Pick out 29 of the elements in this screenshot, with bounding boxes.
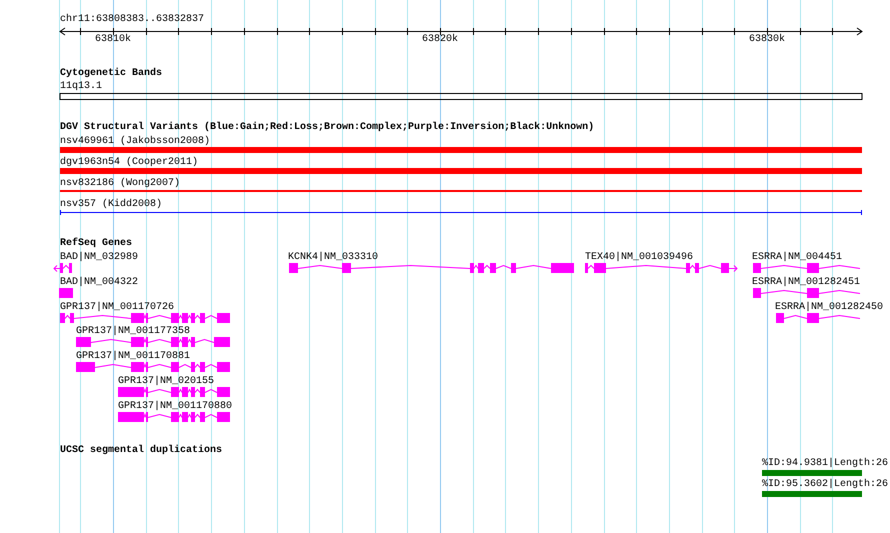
gene-label: ESRRA|NM_001282450 [775, 302, 884, 313]
duplication-label: %ID:95.3602|Length:26 [762, 479, 888, 490]
gene-label: GPR137|NM_001170881 [76, 351, 190, 362]
ruler-label: 63810k [95, 34, 132, 45]
variant-label: nsv469961 (Jakobsson2008) [60, 136, 210, 147]
gene-label: BAD|NM_032989 [60, 252, 138, 263]
track-title: DGV Structural Variants (Blue:Gain;Red:Loss;Brown:Complex;Purple:Inversion;Black:Unknown) [60, 122, 594, 133]
ruler-label: 63830k [749, 34, 786, 45]
gene-label: GPR137|NM_001177358 [76, 326, 190, 337]
gene-label: BAD|NM_004322 [60, 277, 138, 288]
gene-label: KCNK4|NM_033310 [288, 252, 378, 263]
band-label: 11q13.1 [60, 81, 102, 92]
location-label: chr11:63808383..63832837 [60, 14, 204, 25]
gene-label: TEX40|NM_001039496 [585, 252, 694, 263]
track-title: UCSC segmental duplications [60, 445, 222, 456]
gene-model-drawing [59, 288, 73, 298]
gene-label: ESRRA|NM_001282451 [752, 277, 860, 288]
duplication-label: %ID:94.9381|Length:26 [762, 458, 888, 469]
gene-label: ESRRA|NM_004451 [752, 252, 842, 263]
variant-label: nsv832186 (Wong2007) [60, 178, 180, 189]
variant-label: nsv357 (Kidd2008) [60, 199, 162, 210]
ruler-label: 63820k [422, 34, 458, 45]
gene-model-drawing [53, 263, 72, 273]
gene-label: GPR137|NM_001170880 [118, 401, 232, 412]
track-title: Cytogenetic Bands [60, 68, 162, 79]
track-title: RefSeq Genes [60, 238, 132, 249]
gene-label: GPR137|NM_020155 [118, 376, 214, 387]
variant-label: dgv1963n54 (Cooper2011) [60, 157, 198, 168]
gene-label: GPR137|NM_001170726 [60, 302, 174, 313]
